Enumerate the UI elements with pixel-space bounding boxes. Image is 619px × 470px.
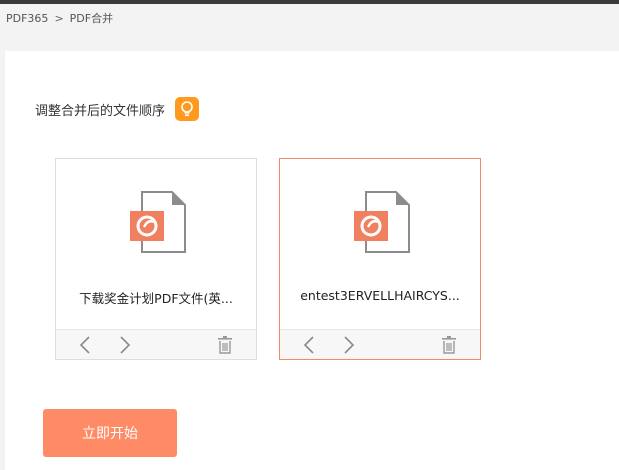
merge-panel: 调整合并后的文件顺序 下载奖金计划PDF文件(英... entest3ERVEL… (5, 51, 619, 470)
pdf-file-icon (130, 191, 186, 253)
breadcrumb: PDF365 > PDF合并 (6, 10, 113, 26)
file-card-selected[interactable]: entest3ERVELLHAIRCYS... (279, 158, 481, 360)
file-name: entest3ERVELLHAIRCYS... (300, 288, 460, 303)
chevron-left-icon[interactable] (76, 336, 94, 354)
file-card[interactable]: 下载奖金计划PDF文件(英... (55, 158, 257, 360)
top-border (0, 0, 619, 4)
chevron-right-icon[interactable] (116, 336, 134, 354)
chevron-left-icon[interactable] (300, 336, 318, 354)
card-footer (56, 329, 256, 359)
start-button[interactable]: 立即开始 (43, 409, 177, 457)
instruction-row: 调整合并后的文件顺序 (35, 97, 200, 121)
pdf-file-icon (354, 191, 410, 253)
trash-icon[interactable] (440, 336, 458, 354)
file-name: 下载奖金计划PDF文件(英... (79, 291, 233, 306)
instruction-text: 调整合并后的文件顺序 (35, 103, 166, 119)
breadcrumb-root[interactable]: PDF365 (6, 12, 48, 25)
trash-icon[interactable] (216, 336, 234, 354)
card-footer (280, 329, 480, 359)
chevron-right-icon[interactable] (340, 336, 358, 354)
breadcrumb-separator: > (54, 11, 64, 25)
breadcrumb-current: PDF合并 (69, 12, 114, 25)
lightbulb-icon[interactable] (175, 97, 200, 121)
